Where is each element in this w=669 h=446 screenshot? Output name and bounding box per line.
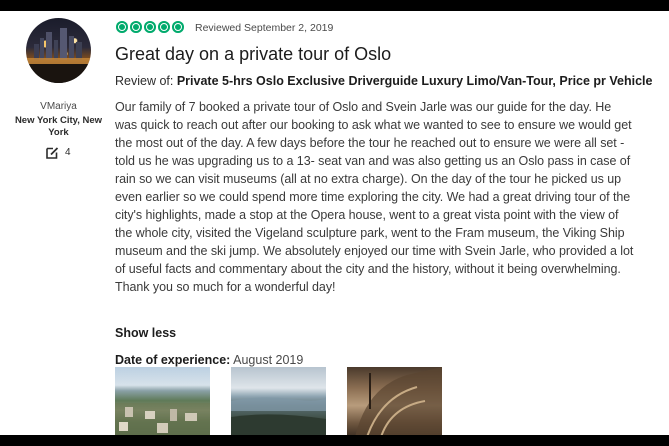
- rating-bubble-icon: [172, 21, 184, 33]
- rating-bubbles: [116, 21, 184, 33]
- show-less-link[interactable]: Show less: [115, 326, 176, 340]
- date-of-experience-label: Date of experience:: [115, 353, 231, 367]
- review-of-link[interactable]: Private 5-hrs Oslo Exclusive Driverguide…: [177, 74, 653, 88]
- rating-bubble-icon: [144, 21, 156, 33]
- review-title[interactable]: Great day on a private tour of Oslo: [115, 44, 391, 65]
- reviewed-date: Reviewed September 2, 2019: [195, 22, 334, 34]
- date-of-experience: Date of experience: August 2019: [115, 353, 303, 367]
- rating-bubble-icon: [116, 21, 128, 33]
- review-photo[interactable]: [231, 367, 326, 435]
- review-of-label: Review of:: [115, 74, 174, 88]
- review-photo[interactable]: [347, 367, 442, 435]
- review-card: VMariya New York City, New York 4 Review…: [0, 11, 669, 435]
- review-photo[interactable]: [115, 367, 210, 435]
- reviewer-username[interactable]: VMariya: [0, 101, 117, 112]
- rating-bubble-icon: [158, 21, 170, 33]
- rating-bubble-icon: [130, 21, 142, 33]
- vista-view-photo: [231, 397, 326, 435]
- date-of-experience-value: August 2019: [233, 353, 304, 367]
- city-skyline-photo: [26, 28, 91, 83]
- city-view-photo: [115, 403, 210, 435]
- contributions-number: 4: [65, 146, 71, 158]
- reviewer-location: New York City, New York: [14, 115, 103, 138]
- edit-icon: [46, 146, 59, 159]
- contributions-count: 4: [46, 145, 71, 159]
- review-body: Our family of 7 booked a private tour of…: [115, 100, 634, 294]
- avatar[interactable]: [26, 18, 91, 83]
- viking-ship-photo: [355, 367, 442, 435]
- review-of: Review of: Private 5-hrs Oslo Exclusive …: [115, 74, 652, 88]
